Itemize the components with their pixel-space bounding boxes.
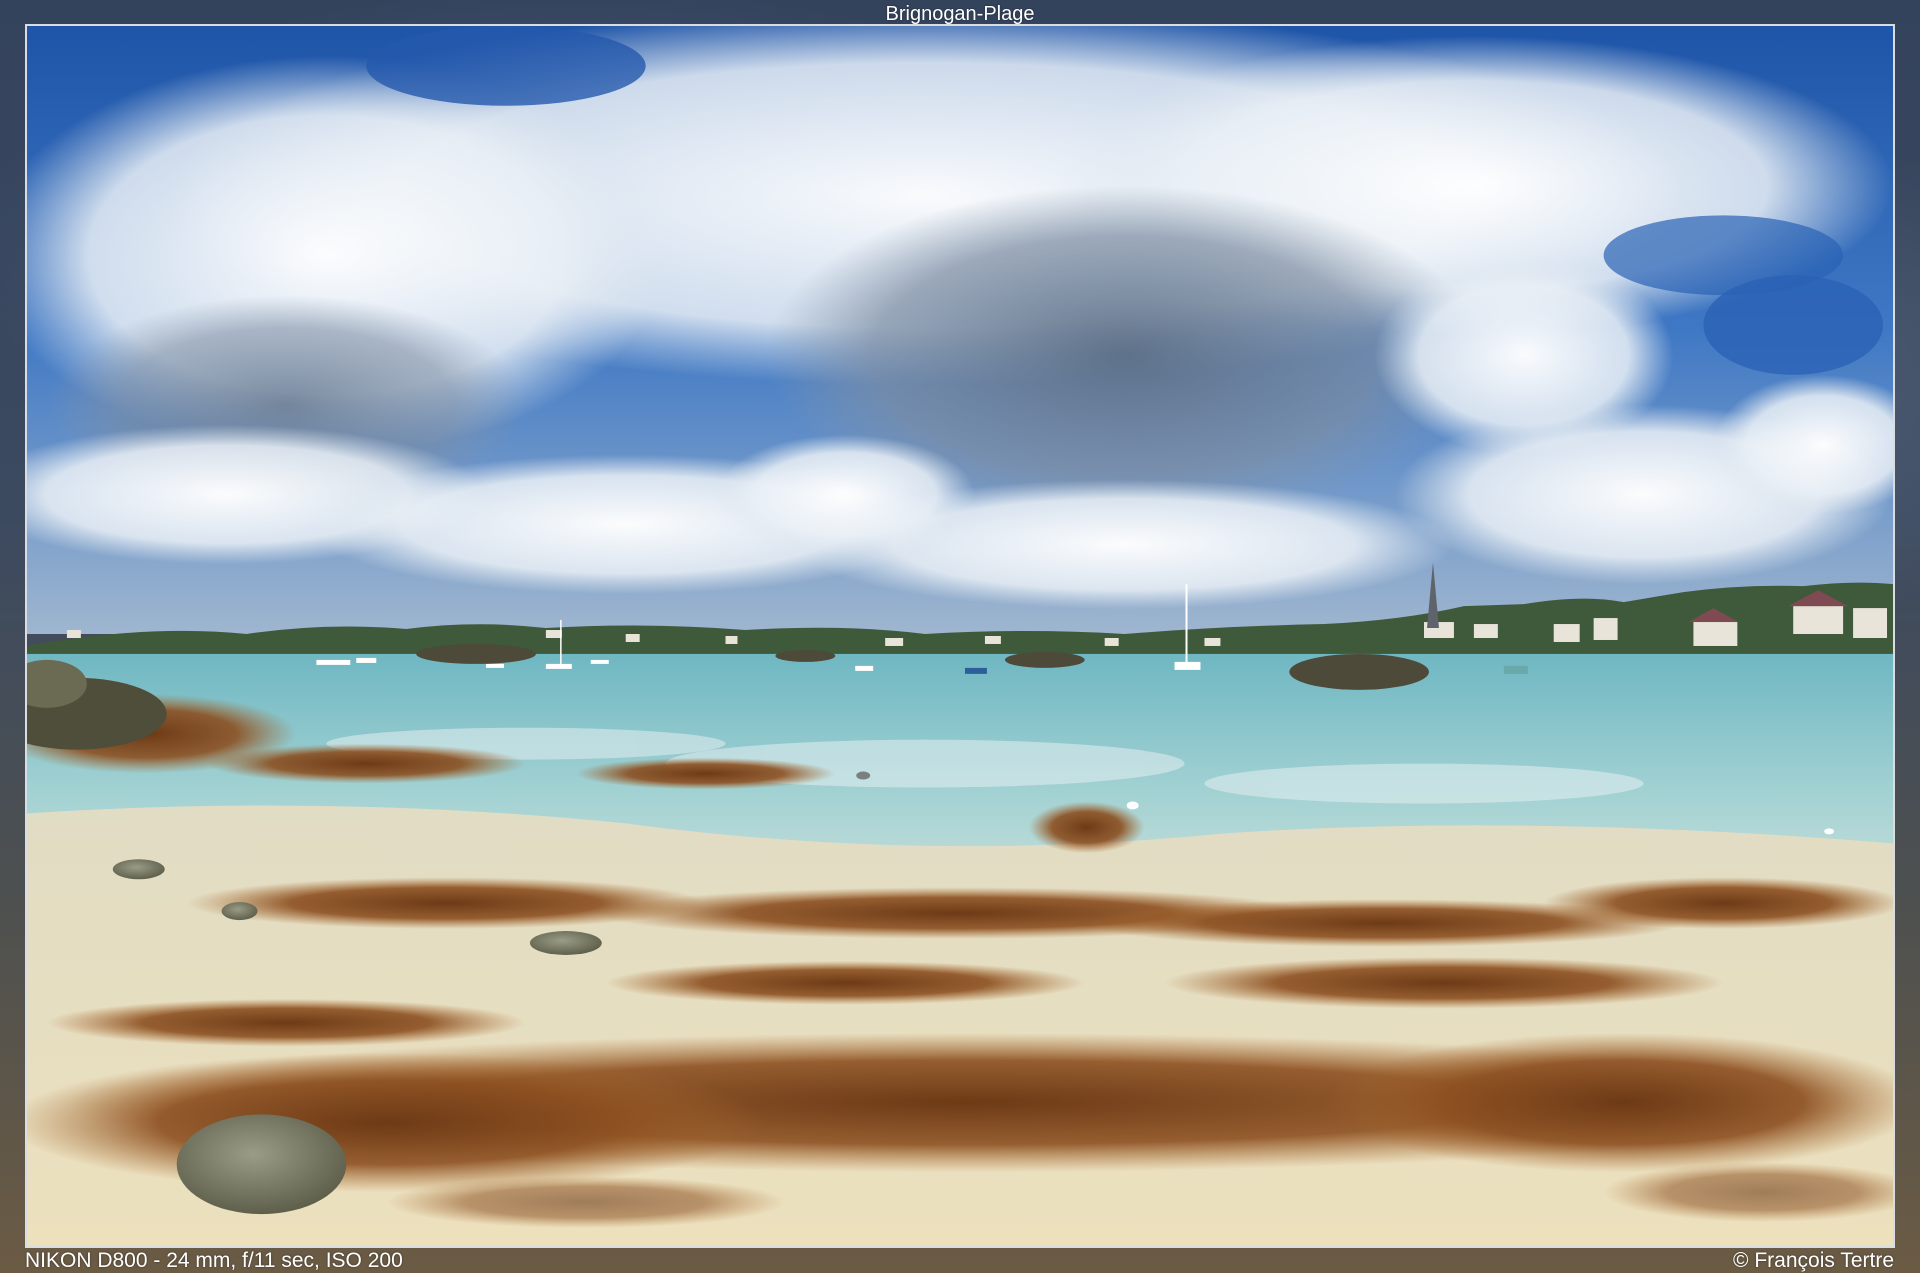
photo-viewer: Brignogan-Plage NIKON D800 - 24 mm, f/11…: [0, 0, 1920, 1273]
landscape-image: [27, 26, 1893, 1246]
photo-credit: © François Tertre: [1733, 1249, 1894, 1272]
clouds: [27, 26, 1893, 610]
photo-title: Brignogan-Plage: [885, 3, 1035, 25]
photograph: [25, 24, 1895, 1248]
exif-info: NIKON D800 - 24 mm, f/11 sec, ISO 200: [25, 1249, 403, 1272]
